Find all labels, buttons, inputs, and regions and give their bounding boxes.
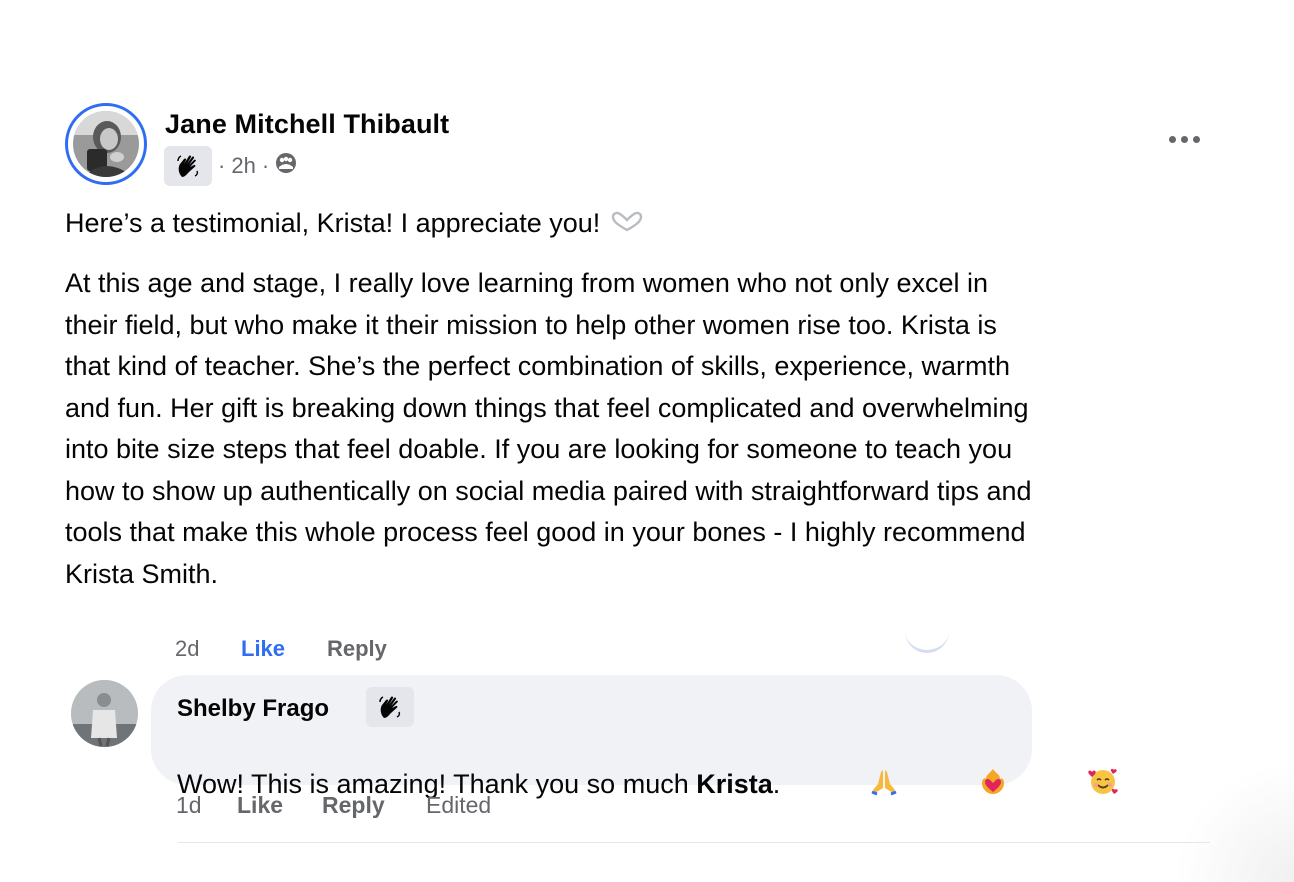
author-photo bbox=[73, 111, 139, 177]
commenter-avatar[interactable] bbox=[71, 680, 138, 747]
meta-separator: · bbox=[218, 153, 226, 178]
edited-label[interactable]: Edited bbox=[426, 792, 491, 819]
comment-emojis bbox=[794, 735, 1119, 834]
comment-text: Wow! This is amazing! Thank you so much … bbox=[177, 735, 1119, 834]
smiling-face-with-hearts-icon bbox=[1012, 735, 1119, 834]
like-button[interactable]: Like bbox=[237, 792, 283, 819]
meta-separator: · bbox=[261, 153, 270, 178]
post-body-line: and fun. Her gift is breaking down thing… bbox=[65, 392, 1029, 423]
previous-reply-button[interactable]: Reply bbox=[327, 636, 387, 662]
comment-text-after: . bbox=[772, 769, 781, 799]
folded-hands-icon bbox=[794, 735, 899, 834]
heart-on-fire-icon bbox=[903, 735, 1008, 834]
previous-like-button[interactable]: Like bbox=[241, 636, 285, 662]
dot-icon bbox=[1168, 135, 1176, 143]
post-time[interactable]: 2h bbox=[231, 153, 255, 179]
post-body-line: tools that make this whole process feel … bbox=[65, 517, 1026, 547]
post-body: At this age and stage, I really love lea… bbox=[65, 263, 1235, 595]
waving-hand-icon[interactable] bbox=[366, 687, 414, 727]
dot-icon bbox=[1180, 135, 1188, 143]
post-body-line: At this age and stage, I really love lea… bbox=[65, 268, 988, 298]
post-body-line: how to show up authentically on social m… bbox=[65, 475, 1032, 506]
corner-shadow bbox=[1174, 762, 1294, 882]
comment-bubble: Shelby Frago Wow! This is amazing! Thank… bbox=[151, 675, 1119, 799]
heart-hands-icon bbox=[610, 208, 644, 239]
commenter-name[interactable]: Shelby Frago bbox=[177, 695, 329, 723]
post-body-line: that kind of teacher. She’s the perfect … bbox=[65, 351, 1010, 381]
author-name[interactable]: Jane Mitchell Thibault bbox=[165, 109, 449, 140]
author-avatar[interactable] bbox=[65, 103, 147, 185]
previous-comment-time[interactable]: 2d bbox=[175, 636, 199, 662]
divider bbox=[178, 842, 1210, 843]
post-meta: · 2h · bbox=[164, 146, 297, 186]
reply-button[interactable]: Reply bbox=[322, 792, 385, 819]
post-body-line: their field, but who make it their missi… bbox=[65, 309, 997, 340]
previous-comment-actions: 2d Like Reply bbox=[175, 636, 975, 662]
dot-icon bbox=[1192, 135, 1200, 143]
mention-link[interactable]: Krista bbox=[696, 769, 773, 800]
post-intro-text: Here’s a testimonial, Krista! I apprecia… bbox=[65, 208, 601, 238]
comment-time[interactable]: 1d bbox=[176, 792, 202, 819]
post-intro: Here’s a testimonial, Krista! I apprecia… bbox=[65, 208, 644, 239]
post-body-line: into bite size steps that feel doable. I… bbox=[65, 434, 1013, 464]
post-body-line: Krista Smith. bbox=[65, 558, 219, 589]
more-options-button[interactable] bbox=[1163, 127, 1205, 151]
waving-hand-icon[interactable] bbox=[164, 146, 212, 186]
group-audience-icon bbox=[275, 152, 297, 180]
post-card: Jane Mitchell Thibault · 2h · Here’s a t… bbox=[0, 0, 1294, 882]
